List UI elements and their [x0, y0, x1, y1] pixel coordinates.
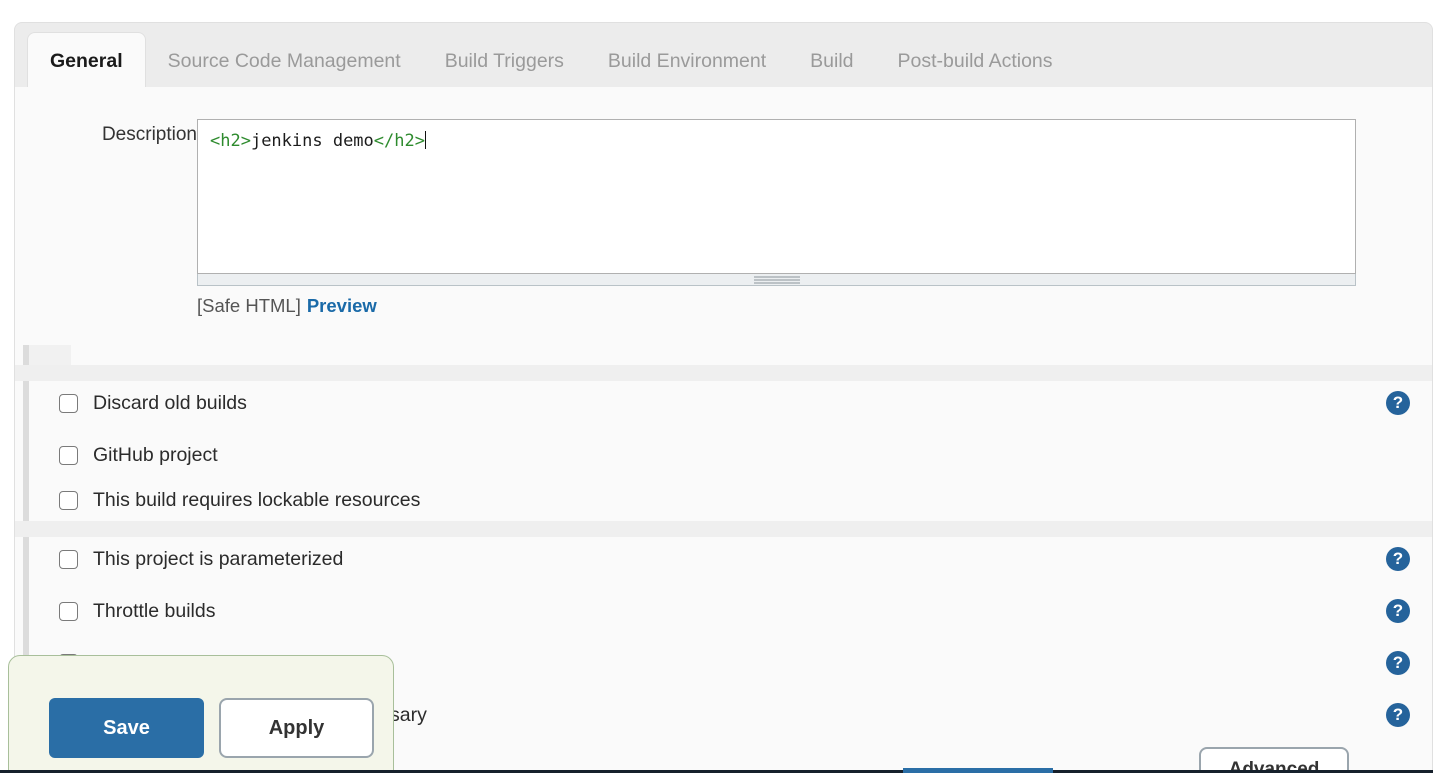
- tab-build-environment-label: Build Environment: [608, 50, 766, 72]
- save-button[interactable]: Save: [49, 698, 204, 758]
- option-row-parameterized: This project is parameterized ?: [15, 537, 1432, 581]
- help-icon-discard-old-builds[interactable]: ?: [1386, 391, 1410, 415]
- floating-save-bar: Save Apply: [8, 655, 394, 773]
- safe-html-row: [Safe HTML] Preview: [197, 295, 377, 317]
- checkbox-throttle-builds[interactable]: [59, 602, 78, 621]
- checkbox-lockable-resources[interactable]: [59, 491, 78, 510]
- tab-build-triggers-label: Build Triggers: [445, 50, 564, 72]
- option-row-throttle-builds: Throttle builds ?: [15, 589, 1432, 633]
- config-tab-bar: General Source Code Management Build Tri…: [14, 22, 1433, 88]
- tab-source-code-management-label: Source Code Management: [168, 50, 401, 72]
- tab-general-label: General: [50, 50, 123, 72]
- tab-post-build-actions[interactable]: Post-build Actions: [876, 35, 1075, 87]
- option-row-discard-old-builds: Discard old builds ?: [15, 381, 1432, 425]
- apply-button[interactable]: Apply: [219, 698, 374, 758]
- description-textarea[interactable]: <h2>jenkins demo</h2>: [197, 119, 1356, 274]
- option-row-lockable-resources: This build requires lockable resources: [15, 478, 1432, 522]
- tab-source-code-management[interactable]: Source Code Management: [146, 35, 423, 87]
- safe-html-note: [Safe HTML]: [197, 295, 301, 316]
- description-text: jenkins demo: [251, 131, 374, 151]
- textarea-resize-handle[interactable]: [197, 274, 1356, 286]
- text-caret: [425, 131, 426, 149]
- tab-build-label: Build: [810, 50, 853, 72]
- help-icon-disable-project[interactable]: ?: [1386, 651, 1410, 675]
- label-parameterized: This project is parameterized: [93, 548, 343, 571]
- tab-build-triggers[interactable]: Build Triggers: [423, 35, 586, 87]
- label-github-project: GitHub project: [93, 444, 218, 467]
- section-band-1: [15, 365, 1432, 381]
- checkbox-parameterized[interactable]: [59, 550, 78, 569]
- tab-general[interactable]: General: [27, 32, 146, 88]
- tab-build[interactable]: Build: [788, 35, 875, 87]
- help-icon-parameterized[interactable]: ?: [1386, 547, 1410, 571]
- help-icon-concurrent-builds[interactable]: ?: [1386, 703, 1410, 727]
- checkbox-github-project[interactable]: [59, 446, 78, 465]
- tab-build-environment[interactable]: Build Environment: [586, 35, 788, 87]
- page-bottom-accent: [903, 768, 1053, 773]
- label-lockable-resources: This build requires lockable resources: [93, 489, 420, 512]
- preview-link[interactable]: Preview: [307, 295, 377, 316]
- tab-post-build-actions-label: Post-build Actions: [898, 50, 1053, 72]
- section-band-2: [15, 521, 1432, 537]
- label-discard-old-builds: Discard old builds: [93, 392, 247, 415]
- description-open-tag: <h2>: [210, 131, 251, 151]
- help-icon-throttle-builds[interactable]: ?: [1386, 599, 1410, 623]
- section-tab-1: [29, 345, 71, 365]
- label-throttle-builds: Throttle builds: [93, 600, 215, 623]
- jenkins-job-config-page: General Source Code Management Build Tri…: [0, 0, 1433, 773]
- description-label: Description: [77, 124, 197, 146]
- description-close-tag: </h2>: [374, 131, 425, 151]
- option-row-github-project: GitHub project: [15, 433, 1432, 477]
- resize-grip-icon: [754, 276, 800, 283]
- checkbox-discard-old-builds[interactable]: [59, 394, 78, 413]
